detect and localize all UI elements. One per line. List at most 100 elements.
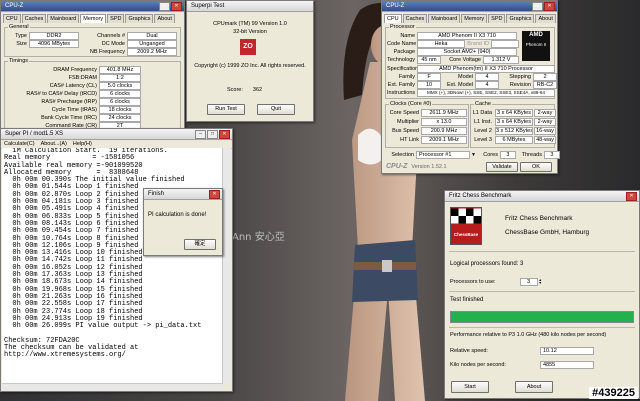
cpuz-memory-window[interactable]: CPU-Z – ✕ CPU Caches Mainboard Memory SPD… (0, 0, 185, 135)
cores-label: Cores (483, 152, 498, 158)
tab-about[interactable]: About (535, 14, 556, 23)
timing-label: Bank Cycle Time (tRC) (41, 115, 97, 121)
close-icon[interactable]: ✕ (626, 192, 637, 201)
cpuz-cpu-titlebar[interactable]: CPU-Z – ✕ (382, 1, 557, 12)
close-icon[interactable]: ✕ (544, 2, 555, 11)
cache-label: Level 3 (474, 137, 492, 143)
timing-value: 6 clocks (99, 90, 141, 98)
ext-family-label: Ext. Family (387, 82, 415, 88)
close-icon[interactable]: ✕ (171, 2, 182, 11)
tab-caches[interactable]: Caches (21, 14, 47, 23)
tab-memory[interactable]: Memory (80, 14, 107, 23)
tab-graphics[interactable]: Graphics (506, 14, 535, 23)
cpuz-cpu-window[interactable]: CPU-Z – ✕ CPU Caches Mainboard Memory SPD… (381, 0, 560, 174)
fritz-window[interactable]: Fritz Chess Benchmark ✕ ChessBase Fritz … (444, 190, 640, 399)
cache-ways: 2-way (534, 118, 556, 126)
vertical-scrollbar[interactable] (222, 148, 231, 384)
timing-label: CAS# Latency (CL) (49, 83, 97, 89)
close-icon[interactable]: ✕ (209, 190, 220, 199)
tab-cpu[interactable]: CPU (3, 14, 21, 23)
tab-about[interactable]: About (154, 14, 175, 23)
tab-spd[interactable]: SPD (488, 14, 506, 23)
horizontal-scrollbar[interactable] (2, 383, 222, 390)
timing-row: Bank Cycle Time (tRC) 24 clocks (7, 114, 141, 122)
progress-bar (450, 311, 634, 323)
superpi-window[interactable]: Super PI / mod1.5 XS – □ ✕ Calculate(C) Ab… (0, 128, 233, 392)
dc-mode-value: Unganged (127, 40, 177, 48)
minimize-icon[interactable]: – (532, 2, 543, 11)
type-value: DDR2 (29, 32, 79, 40)
window-title: CPU-Z (5, 3, 24, 9)
model-label: Model (458, 74, 473, 80)
timing-row: RAS# Precharge (tRP) 6 clocks (7, 98, 141, 106)
run-test-button[interactable]: Run Test (207, 104, 245, 115)
ext-model-label: Ext. Model (447, 82, 473, 88)
cache-size: 3 x 64 KBytes (495, 118, 533, 126)
selection-dropdown[interactable]: Processor #1 (416, 151, 470, 159)
brand-id-label: Brand ID (467, 41, 489, 47)
timing-row: FSB:DRAM 1:2 (7, 74, 141, 82)
finish-ok-button[interactable]: 確定 (184, 239, 216, 250)
tab-graphics[interactable]: Graphics (125, 14, 154, 23)
size-label: Size (16, 41, 27, 47)
cpumark-window[interactable]: Superpi Test CPUmark (TM) 99 Version 1.0… (186, 0, 314, 122)
post-id-badge: #439225 (589, 387, 638, 399)
cache-ways: 2-way (534, 109, 556, 117)
maximize-icon[interactable]: □ (207, 130, 218, 139)
multiplier-value: x 13.0 (421, 118, 467, 126)
size-value: 4096 MBytes (29, 40, 79, 48)
spinner-icon[interactable]: ▲ ▼ (539, 278, 542, 286)
processor-group: Processor Name AMD Phenom II X3 710 Code … (385, 24, 557, 99)
processors-input[interactable]: 3 (519, 278, 538, 286)
amd-logo-text: AMD (529, 32, 543, 38)
quit-button[interactable]: Quit (257, 104, 295, 115)
tab-mainboard[interactable]: Mainboard (47, 14, 80, 23)
zo-logo: ZO (240, 39, 256, 55)
relative-speed-label: Relative speed: (450, 348, 488, 354)
cpumark-titlebar[interactable]: Superpi Test (187, 1, 313, 12)
nb-frequency-label: NB Frequency (89, 49, 125, 55)
brand-id-value (491, 40, 519, 48)
code-name-label: Code Name (387, 41, 417, 47)
tab-memory[interactable]: Memory (461, 14, 488, 23)
timing-row: Cycle Time (tRAS) 18 clocks (7, 106, 141, 114)
bus-speed-value: 200.9 MHz (421, 127, 467, 135)
timing-label: DRAM Frequency (53, 67, 97, 73)
tab-cpu[interactable]: CPU (384, 14, 402, 23)
menu-calculate[interactable]: Calculate(C) (4, 140, 35, 148)
family-label: Family (398, 74, 415, 80)
model-value: 4 (475, 73, 499, 81)
close-icon[interactable]: ✕ (219, 130, 230, 139)
package-label: Package (393, 49, 415, 55)
cpuz-memory-titlebar[interactable]: CPU-Z – ✕ (1, 1, 184, 12)
validate-button[interactable]: Validate (486, 162, 518, 172)
finish-titlebar[interactable]: Finish ✕ (144, 189, 222, 200)
minimize-icon[interactable]: – (195, 130, 206, 139)
tab-caches[interactable]: Caches (402, 14, 428, 23)
cores-value: 3 (499, 151, 516, 159)
superpi-titlebar[interactable]: Super PI / mod1.5 XS – □ ✕ (1, 129, 232, 140)
cache-group: Cache L1 Data 3 x 64 KBytes 2-way L1 Inst. 3… (470, 101, 556, 148)
about-button[interactable]: About (515, 381, 553, 393)
fritz-titlebar[interactable]: Fritz Chess Benchmark ✕ (445, 191, 639, 202)
ok-button[interactable]: OK (520, 162, 552, 172)
bus-speed-label: Bus Speed (392, 128, 419, 134)
general-group: General Type DDR2 Size 4096 MBytes Channel… (4, 24, 181, 57)
finish-message: PI calculation is done! (148, 212, 207, 218)
cache-label: L1 Inst. (473, 119, 492, 125)
relative-speed-value: 10.12 (540, 347, 594, 355)
cpumark-bitness: 32-bit Version (233, 29, 267, 35)
group-title: Processor (389, 24, 416, 31)
finish-dialog[interactable]: Finish ✕ PI calculation is done! 確定 (143, 188, 223, 256)
minimize-icon[interactable]: – (159, 2, 170, 11)
tab-spd[interactable]: SPD (107, 14, 125, 23)
window-title: Super PI / mod1.5 XS (5, 131, 64, 137)
tab-mainboard[interactable]: Mainboard (428, 14, 461, 23)
timing-value: 6 clocks (99, 98, 141, 106)
timing-value: 401.8 MHz (99, 66, 141, 74)
timing-row: RAS# to CAS# Delay (tRCD) 6 clocks (7, 90, 141, 98)
menu-about[interactable]: About...(A) (41, 140, 67, 148)
divider (449, 251, 635, 252)
menu-help[interactable]: Help(H) (73, 140, 92, 148)
start-button[interactable]: Start (451, 381, 489, 393)
